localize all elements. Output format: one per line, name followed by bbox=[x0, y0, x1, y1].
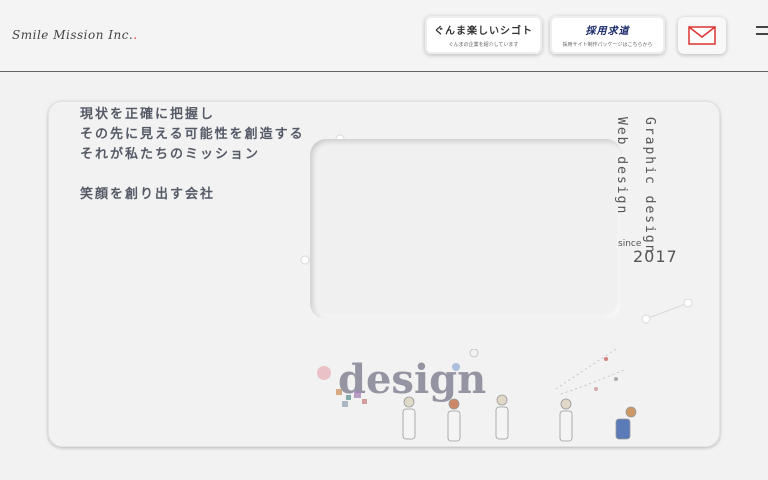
copy-line: その先に見える可能性を創造する bbox=[80, 127, 305, 142]
copy-line: 現状を正確に把握し bbox=[80, 107, 216, 122]
logo-text: Smile Mission Inc. bbox=[12, 28, 134, 42]
since-year: 2017 bbox=[633, 247, 678, 266]
hero-panel: 現状を正確に把握し その先に見える可能性を創造する それが私たちのミッション 笑… bbox=[48, 101, 720, 447]
hero-tagline: 笑顔を創り出す会社 bbox=[80, 187, 216, 202]
hero-copy: 現状を正確に把握し その先に見える可能性を創造する それが私たちのミッション 笑… bbox=[80, 105, 305, 205]
logo[interactable]: Smile Mission Inc.. bbox=[12, 28, 138, 42]
banner-subtitle: 採用サイト制作パッケージはこちらから bbox=[562, 42, 653, 48]
menu-icon-bar bbox=[756, 33, 768, 35]
banner-subtitle: ぐんまの企業を紹介しています bbox=[448, 42, 519, 48]
logo-accent-dot: . bbox=[133, 28, 138, 42]
banner-title: 採用求道 bbox=[585, 26, 630, 37]
recruit-banner[interactable]: 採用求道 採用サイト制作パッケージはこちらから bbox=[550, 16, 665, 54]
menu-icon bbox=[756, 26, 768, 28]
hero-window bbox=[310, 139, 622, 319]
web-design-label: Web design bbox=[614, 117, 629, 216]
menu-button[interactable] bbox=[756, 26, 768, 46]
gunma-jobs-banner[interactable]: ぐんま楽しいシゴト ぐんまの企業を紹介しています bbox=[425, 16, 542, 54]
banner-title: ぐんま楽しいシゴト bbox=[434, 26, 533, 37]
contact-mail-button[interactable] bbox=[678, 17, 726, 54]
copy-line: それが私たちのミッション bbox=[80, 147, 261, 162]
design-illustration: design bbox=[317, 349, 637, 442]
site-header: Smile Mission Inc.. ぐんま楽しいシゴト ぐんまの企業を紹介し… bbox=[0, 0, 768, 72]
graphic-design-label: Graphic design bbox=[642, 117, 657, 255]
mail-icon bbox=[688, 26, 716, 45]
